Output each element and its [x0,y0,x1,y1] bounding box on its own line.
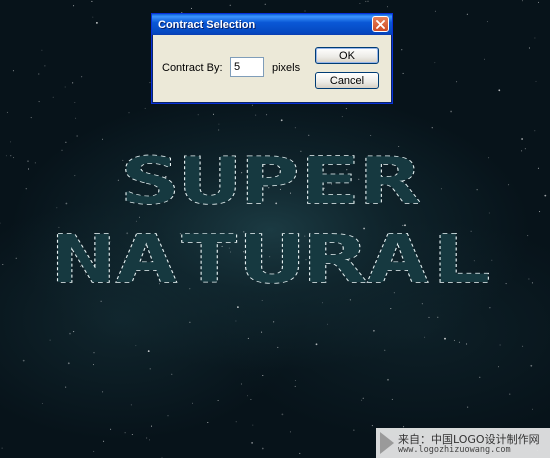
cancel-button[interactable]: Cancel [315,72,379,89]
logo-mark-icon [380,432,394,454]
dialog-titlebar[interactable]: Contract Selection [152,14,392,35]
art-text-line2: NATURAL [52,221,492,298]
dialog-title: Contract Selection [158,18,256,31]
watermark: 来自：中国LOGO设计制作网 www.logozhizuowang.com [376,428,550,458]
unit-label: pixels [272,62,301,74]
contract-by-label: Contract By: [162,62,223,74]
contract-selection-dialog: Contract Selection Contract By: 5 pixels… [151,13,393,104]
ok-button[interactable]: OK [315,47,379,64]
close-icon [376,19,385,29]
watermark-url: www.logozhizuowang.com [398,445,511,455]
dialog-body: Contract By: 5 pixels OK Cancel [152,35,392,101]
contract-by-input[interactable]: 5 [230,57,264,77]
close-button[interactable] [372,16,389,32]
art-text-line1: SUPER [120,145,421,219]
